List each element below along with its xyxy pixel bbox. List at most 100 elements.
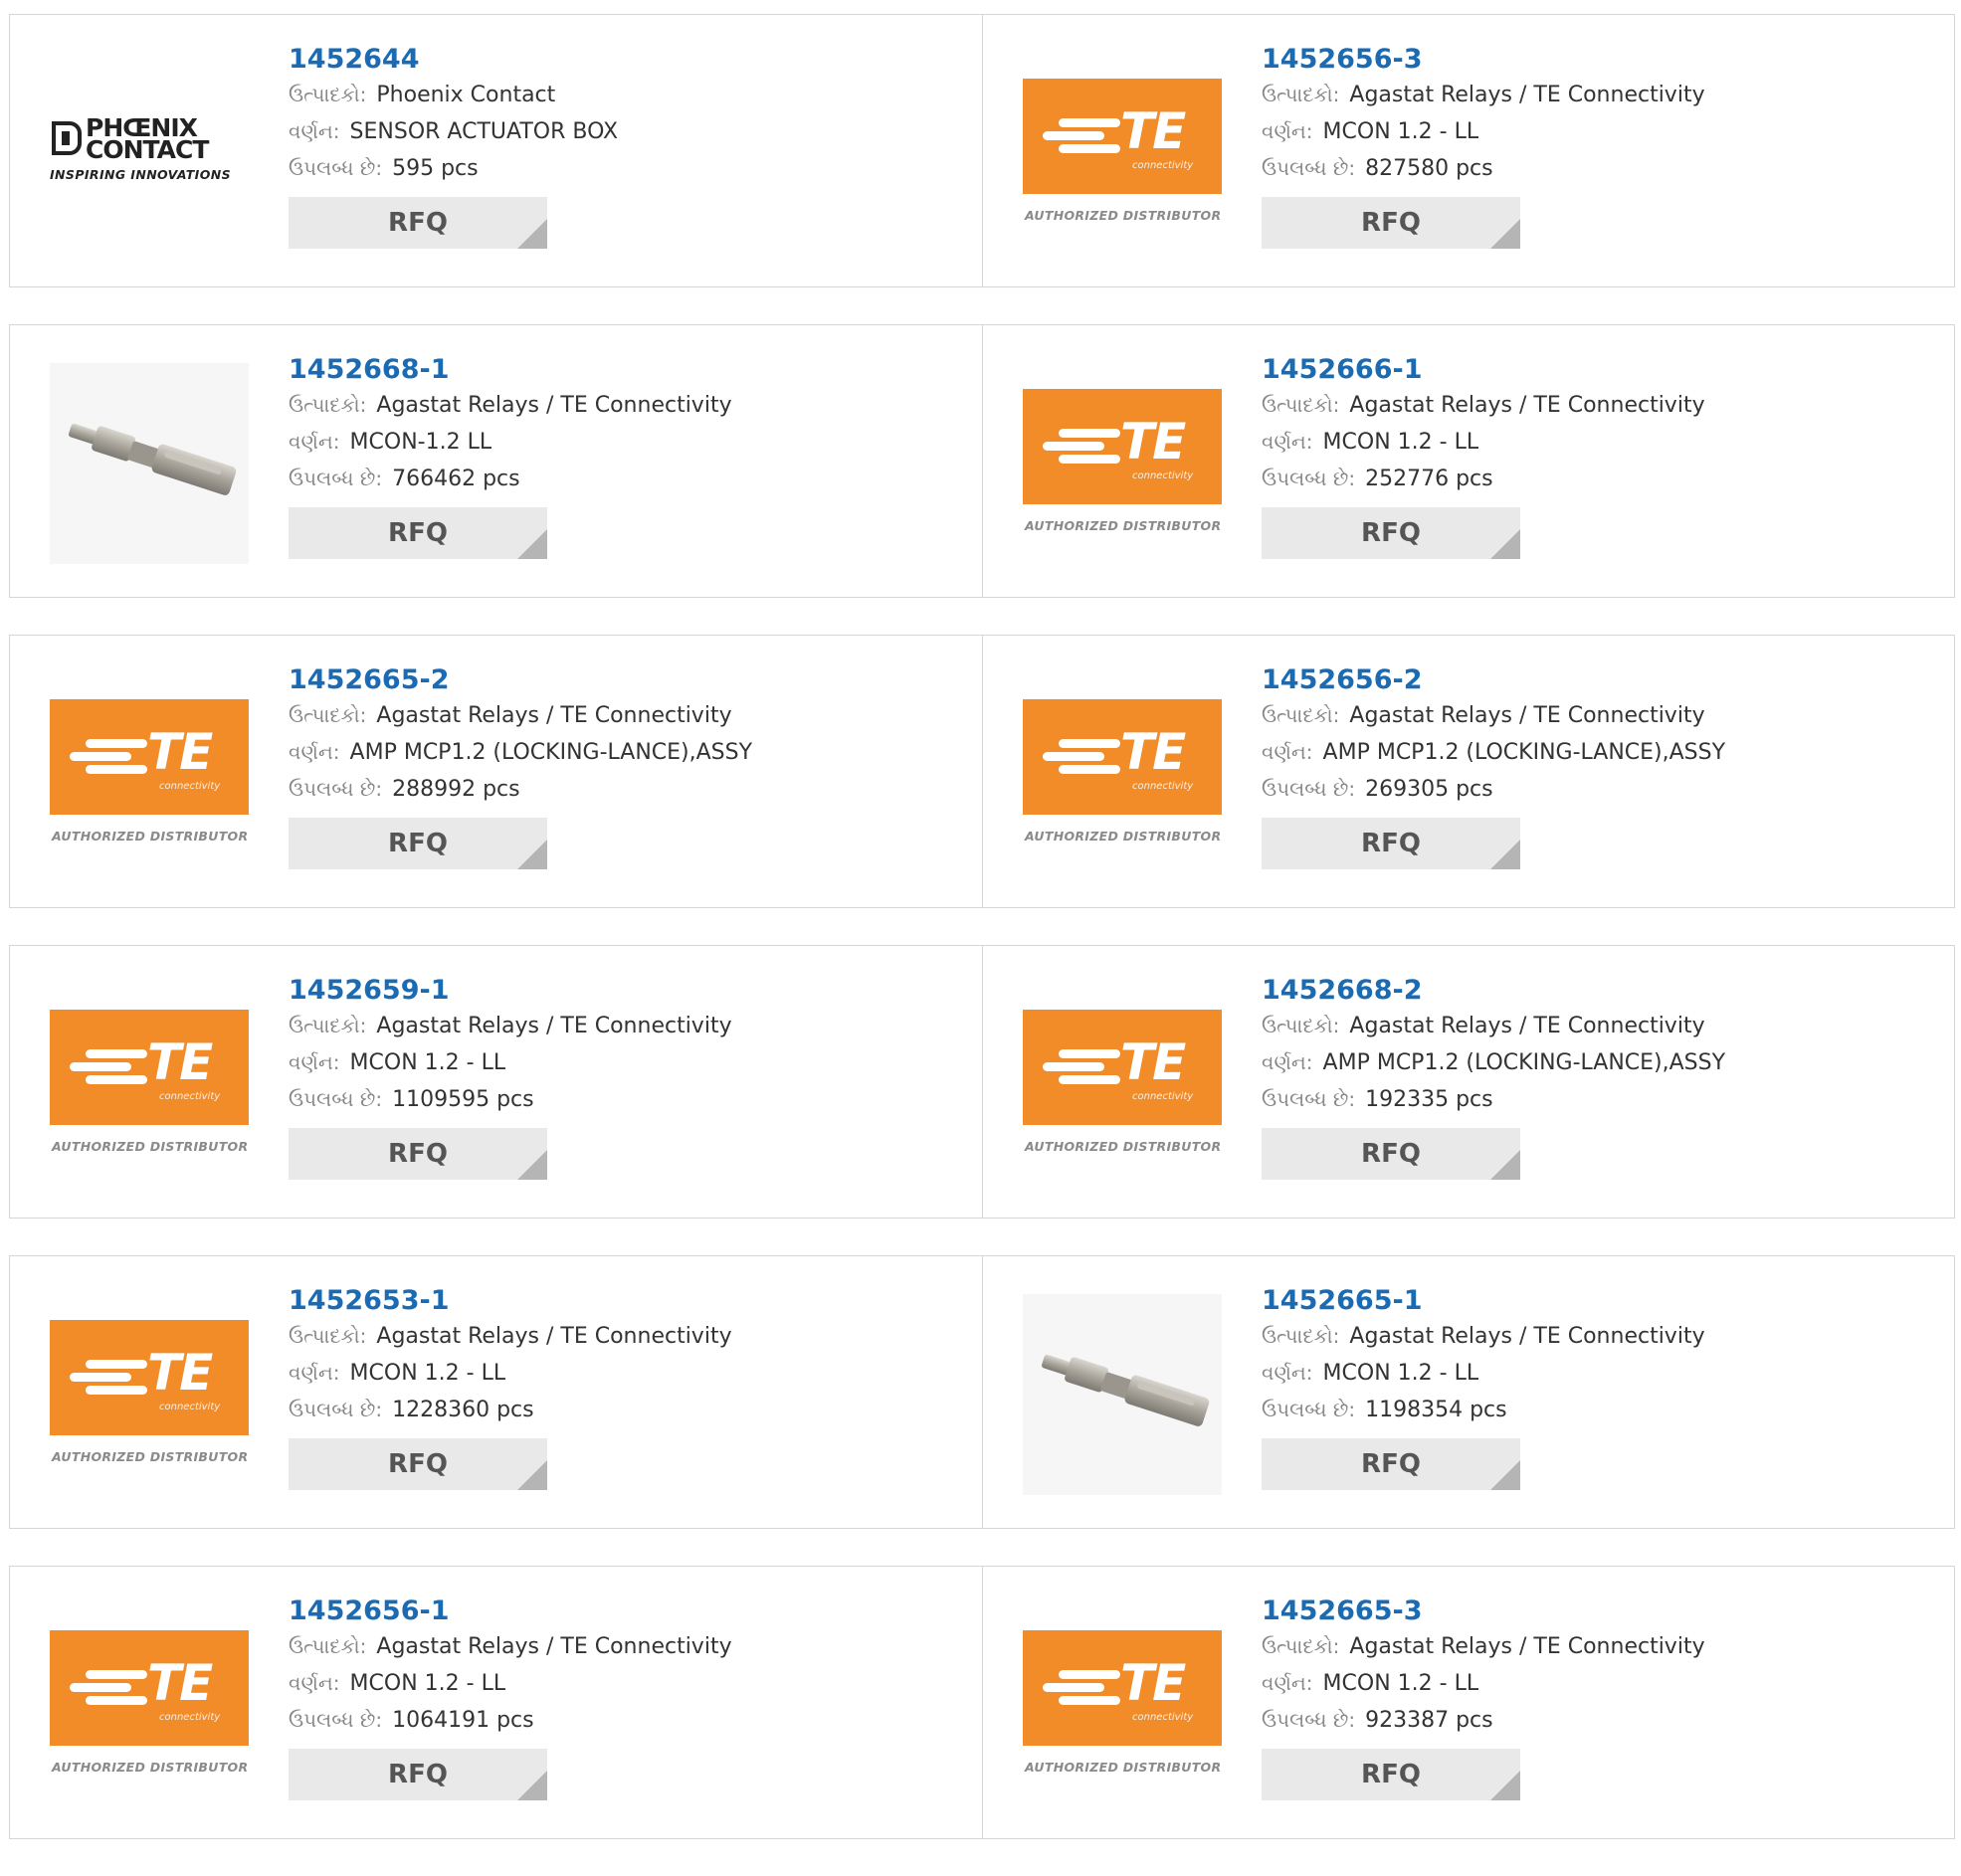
- stock-value: 269305 pcs: [1365, 777, 1493, 802]
- rfq-button[interactable]: RFQ: [1262, 507, 1520, 559]
- description-value: MCON 1.2 - LL: [349, 1671, 506, 1696]
- rfq-button[interactable]: RFQ: [1262, 818, 1520, 869]
- part-number-link[interactable]: 1452668-2: [1262, 974, 1423, 1008]
- product-card: TE connectivity AUTHORIZED DISTRIBUTOR 1…: [982, 946, 1954, 1218]
- rfq-button[interactable]: RFQ: [289, 507, 547, 559]
- rfq-button[interactable]: RFQ: [1262, 1128, 1520, 1180]
- manufacturer-line: ઉત્પાદકો: Agastat Relays / TE Connectivit…: [1262, 697, 1934, 734]
- stock-label: ઉપલબ્ધ છે:: [289, 1708, 383, 1732]
- description-label: વર્ણન:: [289, 740, 340, 764]
- product-card: TE connectivity AUTHORIZED DISTRIBUTOR 1…: [982, 1567, 1954, 1838]
- part-number-link[interactable]: 1452665-2: [289, 663, 450, 697]
- product-image[interactable]: TE connectivity AUTHORIZED DISTRIBUTOR: [1023, 363, 1222, 564]
- product-info: 1452666-1 ઉત્પાદકો: Agastat Relays / TE C…: [1262, 353, 1934, 559]
- product-info: 1452665-2 ઉત્પાદકો: Agastat Relays / TE C…: [289, 663, 962, 869]
- stock-value: 923387 pcs: [1365, 1708, 1493, 1733]
- product-info: 1452656-3 ઉત્પાદકો: Agastat Relays / TE C…: [1262, 43, 1934, 249]
- authorized-distributor-text: AUTHORIZED DISTRIBUTOR: [52, 829, 249, 844]
- te-logo-text: TE: [147, 723, 213, 781]
- stock-line: ઉપલબ્ધ છે: 192335 pcs: [1262, 1081, 1934, 1118]
- part-number-link[interactable]: 1452656-3: [1262, 43, 1423, 77]
- te-stripe-icon: [1043, 442, 1104, 451]
- product-info: 1452644 ઉત્પાદકો: Phoenix Contact વર્ણન: S…: [289, 43, 962, 249]
- te-stripe-icon: [1059, 455, 1120, 464]
- rfq-button[interactable]: RFQ: [1262, 1438, 1520, 1490]
- manufacturer-line: ઉત્પાદકો: Agastat Relays / TE Connectivit…: [289, 387, 962, 424]
- part-number-link[interactable]: 1452653-1: [289, 1284, 450, 1318]
- manufacturer-line: ઉત્પાદકો: Agastat Relays / TE Connectivit…: [1262, 387, 1934, 424]
- description-value: AMP MCP1.2 (LOCKING-LANCE),ASSY: [349, 740, 753, 765]
- product-row: TE connectivity AUTHORIZED DISTRIBUTOR 1…: [9, 1255, 1955, 1529]
- stock-label: ઉપલબ્ધ છે:: [289, 1087, 383, 1111]
- rfq-button[interactable]: RFQ: [289, 818, 547, 869]
- product-card: TE connectivity AUTHORIZED DISTRIBUTOR 1…: [982, 636, 1954, 907]
- manufacturer-value: Agastat Relays / TE Connectivity: [1349, 1014, 1705, 1038]
- manufacturer-label: ઉત્પાદકો:: [1262, 393, 1340, 417]
- part-number-link[interactable]: 1452665-1: [1262, 1284, 1423, 1318]
- rfq-button[interactable]: RFQ: [1262, 1749, 1520, 1800]
- te-logo-subtext: connectivity: [1132, 1712, 1194, 1723]
- description-value: MCON 1.2 - LL: [1322, 1671, 1479, 1696]
- corner-triangle-icon: [517, 219, 547, 249]
- product-image[interactable]: [50, 363, 249, 564]
- te-connectivity-logo: TE connectivity AUTHORIZED DISTRIBUTOR: [1023, 699, 1222, 848]
- stock-label: ઉપલબ્ધ છે:: [1262, 1708, 1356, 1732]
- product-image[interactable]: TE connectivity AUTHORIZED DISTRIBUTOR: [50, 1604, 249, 1805]
- product-image[interactable]: PHŒNIX CONTACT INSPIRING INNOVATIONS: [50, 53, 249, 254]
- description-label: વર્ણન:: [1262, 430, 1313, 454]
- manufacturer-label: ઉત્પાદકો:: [289, 703, 367, 727]
- part-number-link[interactable]: 1452665-3: [1262, 1595, 1423, 1628]
- te-stripe-icon: [1059, 765, 1120, 774]
- te-stripe-icon: [86, 1049, 147, 1058]
- product-card: 1452668-1 ઉત્પાદકો: Agastat Relays / TE C…: [10, 325, 982, 597]
- product-row: TE connectivity AUTHORIZED DISTRIBUTOR 1…: [9, 945, 1955, 1219]
- product-image[interactable]: [1023, 1294, 1222, 1495]
- description-value: MCON-1.2 LL: [349, 430, 492, 455]
- part-number-link[interactable]: 1452644: [289, 43, 420, 77]
- te-connectivity-logo: TE connectivity AUTHORIZED DISTRIBUTOR: [50, 699, 249, 848]
- te-connectivity-logo: TE connectivity AUTHORIZED DISTRIBUTOR: [50, 1010, 249, 1159]
- rfq-label: RFQ: [1361, 208, 1421, 238]
- rfq-button[interactable]: RFQ: [289, 1438, 547, 1490]
- description-line: વર્ણન: MCON 1.2 - LL: [1262, 1355, 1934, 1392]
- te-logo-text: TE: [1120, 1654, 1186, 1712]
- rfq-button[interactable]: RFQ: [1262, 197, 1520, 249]
- product-image[interactable]: TE connectivity AUTHORIZED DISTRIBUTOR: [50, 673, 249, 874]
- product-row: TE connectivity AUTHORIZED DISTRIBUTOR 1…: [9, 1566, 1955, 1839]
- te-logo-subtext: connectivity: [1132, 1091, 1194, 1102]
- manufacturer-value: Phoenix Contact: [376, 83, 556, 107]
- te-stripe-icon: [86, 1386, 147, 1395]
- manufacturer-label: ઉત્પાદકો:: [1262, 83, 1340, 106]
- corner-triangle-icon: [1490, 219, 1520, 249]
- product-image[interactable]: TE connectivity AUTHORIZED DISTRIBUTOR: [50, 984, 249, 1185]
- te-stripe-icon: [1059, 1670, 1120, 1679]
- product-image[interactable]: TE connectivity AUTHORIZED DISTRIBUTOR: [1023, 1604, 1222, 1805]
- te-stripe-icon: [1043, 131, 1104, 140]
- product-image[interactable]: TE connectivity AUTHORIZED DISTRIBUTOR: [1023, 673, 1222, 874]
- part-number-link[interactable]: 1452656-2: [1262, 663, 1423, 697]
- part-number-link[interactable]: 1452656-1: [289, 1595, 450, 1628]
- te-stripe-icon: [86, 1696, 147, 1705]
- manufacturer-label: ઉત્પાદકો:: [1262, 1634, 1340, 1658]
- product-image[interactable]: TE connectivity AUTHORIZED DISTRIBUTOR: [1023, 984, 1222, 1185]
- rfq-button[interactable]: RFQ: [289, 1749, 547, 1800]
- description-line: વર્ણન: AMP MCP1.2 (LOCKING-LANCE),ASSY: [1262, 1044, 1934, 1081]
- product-image[interactable]: TE connectivity AUTHORIZED DISTRIBUTOR: [50, 1294, 249, 1495]
- manufacturer-label: ઉત્પાદકો:: [289, 393, 367, 417]
- rfq-label: RFQ: [388, 208, 448, 238]
- part-number-link[interactable]: 1452666-1: [1262, 353, 1423, 387]
- description-value: MCON 1.2 - LL: [1322, 119, 1479, 144]
- part-number-link[interactable]: 1452668-1: [289, 353, 450, 387]
- product-image[interactable]: TE connectivity AUTHORIZED DISTRIBUTOR: [1023, 53, 1222, 254]
- rfq-button[interactable]: RFQ: [289, 1128, 547, 1180]
- part-number-link[interactable]: 1452659-1: [289, 974, 450, 1008]
- rfq-button[interactable]: RFQ: [289, 197, 547, 249]
- stock-label: ઉપલબ્ધ છે:: [1262, 777, 1356, 801]
- te-logo-box: TE connectivity: [1023, 389, 1222, 504]
- te-logo-box: TE connectivity: [1023, 79, 1222, 194]
- te-stripe-icon: [1059, 739, 1120, 748]
- manufacturer-label: ઉત્પાદકો:: [289, 1324, 367, 1348]
- product-info: 1452668-1 ઉત્પાદકો: Agastat Relays / TE C…: [289, 353, 962, 559]
- te-stripe-icon: [70, 1683, 131, 1692]
- te-stripe-icon: [86, 739, 147, 748]
